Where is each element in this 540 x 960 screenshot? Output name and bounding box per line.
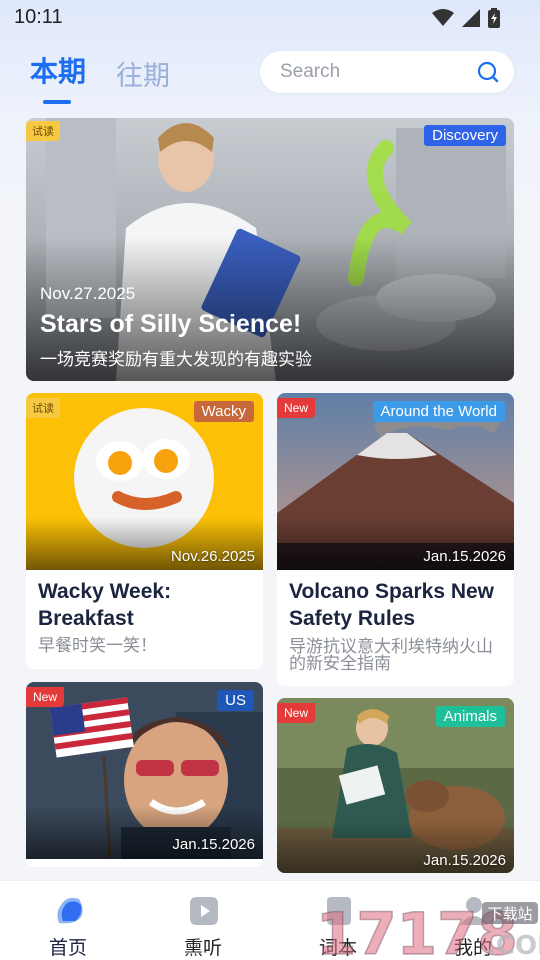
signal-icon <box>462 9 480 27</box>
article-date: Nov.26.2025 <box>171 548 255 565</box>
trial-badge: 试读 <box>26 398 60 418</box>
home-icon <box>57 897 83 924</box>
tab-current-issue[interactable]: 本期 <box>30 50 86 90</box>
status-bar: 10:11 <box>0 0 540 36</box>
status-icons <box>432 8 500 28</box>
nav-item-listen[interactable]: 熏听 <box>153 881 253 960</box>
search-input[interactable] <box>280 51 470 93</box>
category-badge: US <box>217 690 254 711</box>
featured-title: Stars of Silly Science! <box>40 310 302 338</box>
article-subtitle: 导游抗议意大利埃特纳火山的新安全指南 <box>289 637 493 674</box>
article-card[interactable]: New US Jan.15.2026 <box>26 682 263 867</box>
article-card[interactable]: New Animals Jan.15.2026 <box>277 698 514 873</box>
new-badge: New <box>26 687 65 707</box>
category-badge: Discovery <box>424 125 506 146</box>
article-date: Jan.15.2026 <box>172 836 255 853</box>
status-time: 10:11 <box>14 6 63 28</box>
category-badge: Animals <box>435 706 505 727</box>
nav-label: 首页 <box>48 937 87 959</box>
battery-icon <box>488 8 500 28</box>
search-icon[interactable] <box>476 60 500 84</box>
article-title: Volcano Sparks New Safety Rules <box>289 580 495 630</box>
article-title: Wacky Week: Breakfast <box>38 580 172 630</box>
nav-label: 熏听 <box>183 937 222 959</box>
watermark-logo: 17178 下载站 .COM <box>315 896 540 960</box>
tab-active-indicator <box>43 100 71 104</box>
nav-item-home[interactable]: 首页 <box>18 881 118 960</box>
category-badge: Wacky <box>193 401 254 422</box>
category-badge: Around the World <box>372 401 505 422</box>
article-card[interactable]: New Around the World Jan.15.2026 Volcano… <box>277 393 514 686</box>
play-icon <box>190 897 218 925</box>
tab-past-issues[interactable]: 往期 <box>116 54 170 93</box>
watermark-tag: 下载站 <box>487 905 532 923</box>
search-box[interactable] <box>260 51 514 93</box>
new-badge: New <box>277 703 316 723</box>
article-card[interactable]: 试读 Wacky Nov.26.2025 Wacky Week: Breakfa… <box>26 393 263 669</box>
new-badge: New <box>277 398 316 418</box>
watermark-suffix: .COM <box>486 931 540 960</box>
article-date: Jan.15.2026 <box>423 852 506 869</box>
featured-article-card[interactable]: 试读 Discovery Nov.27.2025 Stars of Silly … <box>26 118 514 381</box>
featured-subtitle: 一场竞赛奖励有重大发现的有趣实验 <box>40 350 312 370</box>
article-date: Jan.15.2026 <box>423 548 506 565</box>
featured-date: Nov.27.2025 <box>40 284 136 303</box>
wifi-icon <box>432 9 454 26</box>
trial-badge: 试读 <box>26 121 60 141</box>
article-subtitle: 早餐时笑一笑！ <box>38 636 157 656</box>
featured-image <box>26 118 514 381</box>
